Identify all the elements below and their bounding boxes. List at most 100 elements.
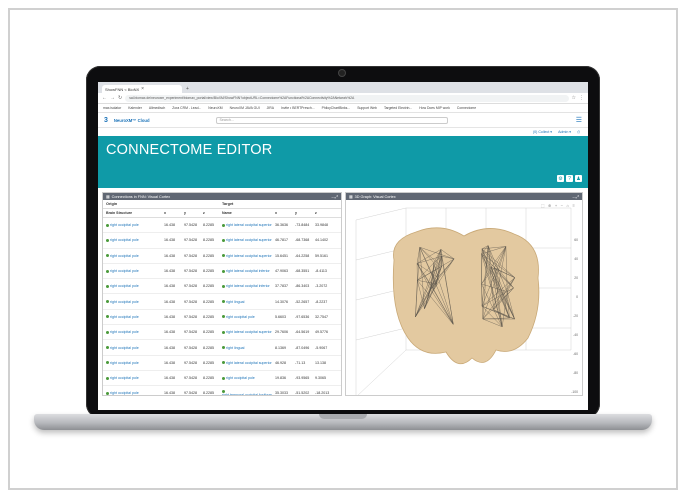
column-header[interactable]: z bbox=[203, 211, 222, 215]
origin-structure-link[interactable]: right occipital pole bbox=[106, 300, 164, 304]
close-tab-icon[interactable]: × bbox=[141, 86, 144, 92]
column-header[interactable]: Brain Structure bbox=[106, 211, 164, 215]
table-row[interactable]: right occipital pole 16.438 97.5428 8.2285 r… bbox=[103, 233, 341, 249]
target-structure-link[interactable]: right lateral occipital inferior bbox=[222, 284, 275, 288]
target-structure-link[interactable]: right lateral occipital superior bbox=[222, 238, 275, 242]
coordinate-cell: -3.2072 bbox=[315, 284, 328, 289]
table-row[interactable]: right occipital pole 16.438 97.5428 8.2285 r… bbox=[103, 294, 341, 310]
origin-structure-link[interactable]: right occipital pole bbox=[106, 376, 164, 380]
table-row[interactable]: right occipital pole 16.438 97.5428 8.2285 r… bbox=[103, 264, 341, 280]
target-structure-link[interactable]: right lateral occipital superior bbox=[222, 330, 275, 334]
origin-target-header: Origin Target bbox=[103, 200, 341, 209]
origin-structure-link[interactable]: right occipital pole bbox=[106, 223, 164, 227]
help-icon[interactable]: ? bbox=[566, 175, 573, 182]
origin-structure-link[interactable]: right occipital pole bbox=[106, 269, 164, 273]
target-structure-link[interactable]: right temporal occipital fusiform bbox=[222, 389, 275, 396]
structure-name: right occipital pole bbox=[110, 223, 139, 228]
forward-icon[interactable]: → bbox=[110, 95, 115, 101]
bookmark-item[interactable]: NeuroXM JAVA GUI bbox=[230, 106, 260, 110]
coordinate-cell: 16.438 bbox=[164, 223, 175, 228]
bookmark-item[interactable]: NeuroXM bbox=[208, 106, 222, 110]
panels-area: ▦ Connections in FNN: Visual Cortex – ⤢ … bbox=[98, 188, 588, 396]
table-row[interactable]: right occipital pole 16.438 97.5428 8.2285 r… bbox=[103, 279, 341, 295]
axis-tick-label: 0 bbox=[576, 295, 578, 299]
coordinate-cell: -86.3403 bbox=[295, 284, 310, 289]
collect-menu[interactable]: (0) Collect ▾ bbox=[533, 130, 552, 134]
table-column-header: Brain Structure x y z Name x y z bbox=[103, 209, 341, 218]
table-row[interactable]: right occipital pole 16.438 97.5428 8.2285 r… bbox=[103, 218, 341, 234]
brain-3d-visualization[interactable] bbox=[346, 200, 582, 396]
target-structure-link[interactable]: right lingual bbox=[222, 346, 275, 350]
target-structure-link[interactable]: right lateral occipital superior bbox=[222, 254, 275, 258]
hamburger-menu-icon[interactable]: ☰ bbox=[576, 116, 582, 124]
bookmark-item[interactable]: JIRA bbox=[267, 106, 274, 110]
bookmark-item[interactable]: Kalender bbox=[128, 106, 142, 110]
coordinate-cell: -93.9565 bbox=[295, 376, 310, 381]
neuroxm-logo[interactable]: 3 bbox=[104, 117, 108, 124]
bookmark-item[interactable]: max.isolator bbox=[103, 106, 121, 110]
back-icon[interactable]: ← bbox=[102, 95, 107, 101]
origin-structure-link[interactable]: right occipital pole bbox=[106, 330, 164, 334]
bookmark-item[interactable]: Support Web bbox=[357, 106, 377, 110]
reload-icon[interactable]: ↻ bbox=[118, 95, 122, 101]
table-row[interactable]: right occipital pole 16.438 97.5428 8.2285 r… bbox=[103, 340, 341, 356]
admin-menu[interactable]: Admin ▾ bbox=[558, 130, 571, 134]
user-icon[interactable]: ♟ bbox=[575, 175, 582, 182]
column-header[interactable]: x bbox=[275, 211, 295, 215]
target-structure-link[interactable]: right lingual bbox=[222, 300, 275, 304]
coordinate-cell: 59.5161 bbox=[315, 253, 328, 258]
table-row[interactable]: right occipital pole 16.438 97.5428 8.2285 r… bbox=[103, 371, 341, 387]
coordinate-cell: 46.928 bbox=[275, 360, 286, 365]
table-row[interactable]: right occipital pole 16.438 97.5428 8.2285 r… bbox=[103, 356, 341, 371]
target-structure-link[interactable]: right occipital pole bbox=[222, 376, 275, 380]
coordinate-cell: -5.9067 bbox=[315, 345, 328, 350]
bookmark-item[interactable]: How Does MIP work bbox=[419, 106, 450, 110]
origin-structure-link[interactable]: right occipital pole bbox=[106, 254, 164, 258]
panel-collapse-icon[interactable]: – ⤢ bbox=[572, 194, 579, 199]
3d-graph-view[interactable]: ⬚ ⊕ + − ⌂ ≡ 60 40 20 0 -20 -40-60 -80 -1… bbox=[346, 200, 582, 396]
column-header[interactable]: y bbox=[184, 211, 203, 215]
bookmark-item[interactable]: Zora CRM - Lead... bbox=[172, 106, 201, 110]
table-row[interactable]: right occipital pole 16.438 97.5428 8.2285 r… bbox=[103, 386, 341, 396]
new-tab-icon[interactable]: + bbox=[186, 86, 189, 92]
panel-collapse-icon[interactable]: – ⤢ bbox=[331, 194, 338, 199]
brain-region-icon bbox=[106, 376, 109, 380]
bookmark-item[interactable]: Invite • BERTPresch... bbox=[281, 106, 315, 110]
browser-menu-icon[interactable]: ⋮ bbox=[579, 95, 584, 101]
address-bar[interactable]: sal.biomax.de/neuroxm_experiment/biomax_… bbox=[125, 94, 569, 102]
browser-tab[interactable]: ShowFNN < BioNX × bbox=[102, 85, 182, 93]
structure-name: right occipital pole bbox=[110, 314, 139, 319]
target-structure-link[interactable]: right lateral occipital superior bbox=[222, 223, 275, 227]
origin-structure-link[interactable]: right occipital pole bbox=[106, 361, 164, 365]
bookmark-star-icon[interactable]: ☆ bbox=[572, 95, 576, 101]
brain-region-icon bbox=[222, 238, 225, 242]
column-header[interactable]: x bbox=[164, 211, 184, 215]
coordinate-cell: -97.6536 bbox=[295, 314, 310, 319]
structure-name: right temporal occipital fusiform bbox=[222, 393, 272, 396]
origin-structure-link[interactable]: right occipital pole bbox=[106, 238, 164, 242]
brand-name[interactable]: NeuroXM™ Cloud bbox=[114, 118, 150, 123]
column-header[interactable]: y bbox=[295, 211, 315, 215]
structure-name: right occipital pole bbox=[110, 253, 139, 258]
table-row[interactable]: right occipital pole 16.438 97.5428 8.2285 r… bbox=[103, 325, 341, 341]
coordinate-cell: 19.836 bbox=[275, 376, 286, 381]
origin-structure-link[interactable]: right occipital pole bbox=[106, 284, 164, 288]
origin-structure-link[interactable]: right occipital pole bbox=[106, 315, 164, 319]
bookmark-item[interactable]: Targeted Electrin... bbox=[384, 106, 412, 110]
target-structure-link[interactable]: right lateral occipital superior bbox=[222, 361, 275, 365]
target-structure-link[interactable]: right occipital pole bbox=[222, 315, 275, 319]
bookmark-item[interactable]: Connectome bbox=[457, 106, 476, 110]
settings-icon[interactable]: ⚙ bbox=[557, 175, 564, 182]
search-input[interactable]: Search... bbox=[215, 116, 448, 124]
table-row[interactable]: right occipital pole 16.438 97.5428 8.2285 r… bbox=[103, 310, 341, 326]
target-structure-link[interactable]: right lateral occipital inferior bbox=[222, 269, 275, 273]
column-header[interactable]: z bbox=[315, 211, 339, 215]
origin-structure-link[interactable]: right occipital pole bbox=[106, 346, 164, 350]
bookmark-item[interactable]: PhiloyChartBinks... bbox=[322, 106, 351, 110]
connections-panel-header: ▦ Connections in FNN: Visual Cortex – ⤢ bbox=[103, 193, 341, 200]
origin-structure-link[interactable]: right occipital pole bbox=[106, 391, 164, 395]
column-header[interactable]: Name bbox=[222, 211, 275, 215]
bookmark-item[interactable]: Allmedisch bbox=[149, 106, 165, 110]
print-icon[interactable]: ⎙ bbox=[577, 130, 580, 134]
table-row[interactable]: right occipital pole 16.438 97.5428 8.2285 r… bbox=[103, 249, 341, 264]
